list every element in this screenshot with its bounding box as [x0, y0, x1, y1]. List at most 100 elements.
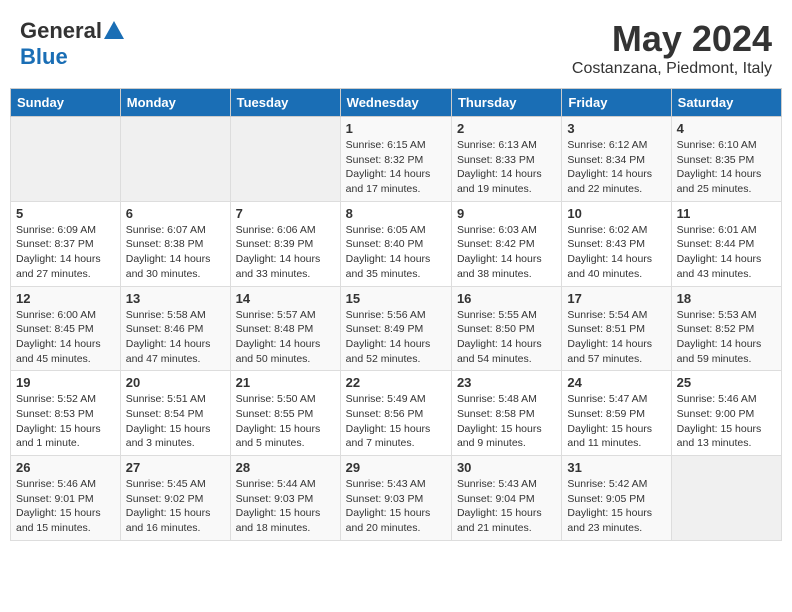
- day-info: Sunrise: 6:09 AM Sunset: 8:37 PM Dayligh…: [16, 223, 115, 282]
- calendar-cell: [230, 117, 340, 202]
- calendar-cell: 27Sunrise: 5:45 AM Sunset: 9:02 PM Dayli…: [120, 456, 230, 541]
- calendar-cell: 26 Sunrise: 5:46 AM Sunset: 9:01 PM Dayli…: [11, 456, 121, 541]
- day-info: Sunrise: 6:12 AM Sunset: 8:34 PM Dayligh…: [567, 138, 665, 197]
- day-number: 7: [236, 206, 335, 221]
- day-number: 9: [457, 206, 556, 221]
- calendar-cell: 28 Sunrise: 5:44 AM Sunset: 9:03 PM Dayli…: [230, 456, 340, 541]
- day-number: 13: [126, 291, 225, 306]
- day-number: 30: [457, 460, 556, 475]
- calendar-cell: 13 Sunrise: 5:58 AM Sunset: 8:46 PM Dayli…: [120, 286, 230, 371]
- dow-header-tuesday: Tuesday: [230, 89, 340, 117]
- day-number: 22: [346, 375, 446, 390]
- day-number: 1: [346, 121, 446, 136]
- day-of-week-header: SundayMondayTuesdayWednesdayThursdayFrid…: [11, 89, 782, 117]
- day-number: 21: [236, 375, 335, 390]
- day-number: 25: [677, 375, 776, 390]
- day-info: Sunrise: 5:57 AM Sunset: 8:48 PM Dayligh…: [236, 308, 335, 367]
- day-info: Sunrise: 6:00 AM Sunset: 8:45 PM Dayligh…: [16, 308, 115, 367]
- dow-header-sunday: Sunday: [11, 89, 121, 117]
- calendar-cell: 14 Sunrise: 5:57 AM Sunset: 8:48 PM Dayli…: [230, 286, 340, 371]
- calendar-cell: 23 Sunrise: 5:48 AM Sunset: 8:58 PM Dayli…: [451, 371, 561, 456]
- day-info: Sunrise: 6:02 AM Sunset: 8:43 PM Dayligh…: [567, 223, 665, 282]
- header: General Blue May 2024 Costanzana, Piedmo…: [10, 10, 782, 84]
- day-info: Sunrise: 5:43 AM Sunset: 9:04 PM Dayligh…: [457, 477, 556, 536]
- day-number: 18: [677, 291, 776, 306]
- calendar-cell: 6Sunrise: 6:07 AM Sunset: 8:38 PM Daylig…: [120, 201, 230, 286]
- dow-header-wednesday: Wednesday: [340, 89, 451, 117]
- calendar-table: SundayMondayTuesdayWednesdayThursdayFrid…: [10, 88, 782, 541]
- day-number: 16: [457, 291, 556, 306]
- day-number: 19: [16, 375, 115, 390]
- calendar-cell: 3 Sunrise: 6:12 AM Sunset: 8:34 PM Daylig…: [562, 117, 671, 202]
- day-number: 14: [236, 291, 335, 306]
- day-info: Sunrise: 6:13 AM Sunset: 8:33 PM Dayligh…: [457, 138, 556, 197]
- calendar-cell: 10Sunrise: 6:02 AM Sunset: 8:43 PM Dayli…: [562, 201, 671, 286]
- day-info: Sunrise: 5:51 AM Sunset: 8:54 PM Dayligh…: [126, 392, 225, 451]
- calendar-cell: 18 Sunrise: 5:53 AM Sunset: 8:52 PM Dayli…: [671, 286, 781, 371]
- calendar-week-4: 19Sunrise: 5:52 AM Sunset: 8:53 PM Dayli…: [11, 371, 782, 456]
- day-info: Sunrise: 5:50 AM Sunset: 8:55 PM Dayligh…: [236, 392, 335, 451]
- dow-header-friday: Friday: [562, 89, 671, 117]
- day-number: 3: [567, 121, 665, 136]
- logo-triangle-icon: [104, 21, 124, 39]
- day-info: Sunrise: 6:06 AM Sunset: 8:39 PM Dayligh…: [236, 223, 335, 282]
- day-number: 2: [457, 121, 556, 136]
- day-info: Sunrise: 6:03 AM Sunset: 8:42 PM Dayligh…: [457, 223, 556, 282]
- day-number: 17: [567, 291, 665, 306]
- day-number: 11: [677, 206, 776, 221]
- calendar-cell: 9 Sunrise: 6:03 AM Sunset: 8:42 PM Daylig…: [451, 201, 561, 286]
- calendar-week-5: 26 Sunrise: 5:46 AM Sunset: 9:01 PM Dayli…: [11, 456, 782, 541]
- day-info: Sunrise: 6:01 AM Sunset: 8:44 PM Dayligh…: [677, 223, 776, 282]
- calendar-cell: 15 Sunrise: 5:56 AM Sunset: 8:49 PM Dayli…: [340, 286, 451, 371]
- day-info: Sunrise: 5:42 AM Sunset: 9:05 PM Dayligh…: [567, 477, 665, 536]
- dow-header-thursday: Thursday: [451, 89, 561, 117]
- logo-general-text: General: [20, 18, 102, 44]
- day-info: Sunrise: 6:05 AM Sunset: 8:40 PM Dayligh…: [346, 223, 446, 282]
- calendar-cell: 1 Sunrise: 6:15 AM Sunset: 8:32 PM Daylig…: [340, 117, 451, 202]
- day-number: 20: [126, 375, 225, 390]
- month-year-title: May 2024: [572, 18, 772, 60]
- day-number: 29: [346, 460, 446, 475]
- day-number: 5: [16, 206, 115, 221]
- day-number: 12: [16, 291, 115, 306]
- logo: General Blue: [20, 18, 124, 70]
- day-number: 31: [567, 460, 665, 475]
- logo-blue-text: Blue: [20, 44, 68, 70]
- day-info: Sunrise: 5:46 AM Sunset: 9:01 PM Dayligh…: [16, 477, 115, 536]
- calendar-cell: 21 Sunrise: 5:50 AM Sunset: 8:55 PM Dayli…: [230, 371, 340, 456]
- calendar-cell: 24Sunrise: 5:47 AM Sunset: 8:59 PM Dayli…: [562, 371, 671, 456]
- day-info: Sunrise: 5:47 AM Sunset: 8:59 PM Dayligh…: [567, 392, 665, 451]
- day-info: Sunrise: 5:45 AM Sunset: 9:02 PM Dayligh…: [126, 477, 225, 536]
- day-info: Sunrise: 5:53 AM Sunset: 8:52 PM Dayligh…: [677, 308, 776, 367]
- calendar-cell: 19Sunrise: 5:52 AM Sunset: 8:53 PM Dayli…: [11, 371, 121, 456]
- calendar-cell: 7 Sunrise: 6:06 AM Sunset: 8:39 PM Daylig…: [230, 201, 340, 286]
- day-info: Sunrise: 5:43 AM Sunset: 9:03 PM Dayligh…: [346, 477, 446, 536]
- day-number: 4: [677, 121, 776, 136]
- day-info: Sunrise: 5:48 AM Sunset: 8:58 PM Dayligh…: [457, 392, 556, 451]
- day-number: 23: [457, 375, 556, 390]
- calendar-cell: [11, 117, 121, 202]
- calendar-cell: 4Sunrise: 6:10 AM Sunset: 8:35 PM Daylig…: [671, 117, 781, 202]
- calendar-cell: 29 Sunrise: 5:43 AM Sunset: 9:03 PM Dayli…: [340, 456, 451, 541]
- calendar-cell: 25Sunrise: 5:46 AM Sunset: 9:00 PM Dayli…: [671, 371, 781, 456]
- day-number: 28: [236, 460, 335, 475]
- day-info: Sunrise: 5:56 AM Sunset: 8:49 PM Dayligh…: [346, 308, 446, 367]
- calendar-cell: 20 Sunrise: 5:51 AM Sunset: 8:54 PM Dayli…: [120, 371, 230, 456]
- location-subtitle: Costanzana, Piedmont, Italy: [572, 60, 772, 78]
- day-number: 8: [346, 206, 446, 221]
- day-info: Sunrise: 5:58 AM Sunset: 8:46 PM Dayligh…: [126, 308, 225, 367]
- day-info: Sunrise: 5:44 AM Sunset: 9:03 PM Dayligh…: [236, 477, 335, 536]
- calendar-cell: 11 Sunrise: 6:01 AM Sunset: 8:44 PM Dayli…: [671, 201, 781, 286]
- calendar-week-1: 1 Sunrise: 6:15 AM Sunset: 8:32 PM Daylig…: [11, 117, 782, 202]
- day-info: Sunrise: 6:15 AM Sunset: 8:32 PM Dayligh…: [346, 138, 446, 197]
- dow-header-saturday: Saturday: [671, 89, 781, 117]
- calendar-cell: 22 Sunrise: 5:49 AM Sunset: 8:56 PM Dayli…: [340, 371, 451, 456]
- calendar-cell: 5 Sunrise: 6:09 AM Sunset: 8:37 PM Daylig…: [11, 201, 121, 286]
- day-number: 15: [346, 291, 446, 306]
- calendar-cell: 16Sunrise: 5:55 AM Sunset: 8:50 PM Dayli…: [451, 286, 561, 371]
- day-number: 26: [16, 460, 115, 475]
- day-info: Sunrise: 5:49 AM Sunset: 8:56 PM Dayligh…: [346, 392, 446, 451]
- title-area: May 2024 Costanzana, Piedmont, Italy: [572, 18, 772, 78]
- dow-header-monday: Monday: [120, 89, 230, 117]
- day-info: Sunrise: 5:54 AM Sunset: 8:51 PM Dayligh…: [567, 308, 665, 367]
